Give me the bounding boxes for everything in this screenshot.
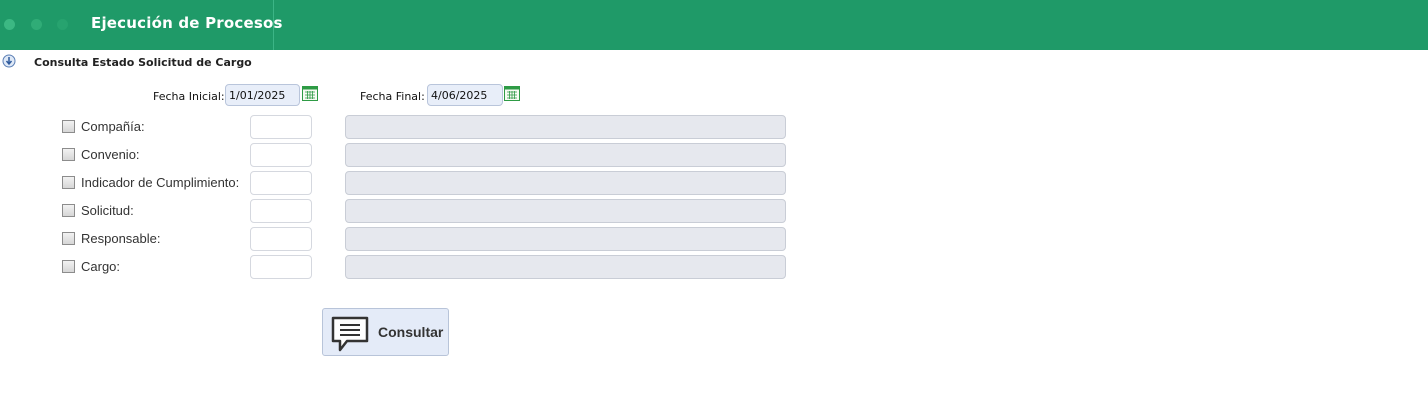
convenio-label: Convenio: — [81, 147, 140, 162]
compania-code-input[interactable] — [250, 115, 312, 139]
start-date-input[interactable]: 1/01/2025 — [225, 84, 300, 106]
solicitud-label: Solicitud: — [81, 203, 134, 218]
responsable-checkbox[interactable] — [62, 232, 75, 245]
consultar-button[interactable]: Consultar — [322, 308, 449, 356]
end-date-label: Fecha Final: — [360, 90, 425, 103]
solicitud-checkbox[interactable] — [62, 204, 75, 217]
window-dot-icon[interactable] — [57, 19, 68, 30]
header-divider — [273, 0, 274, 50]
solicitud-code-input[interactable] — [250, 199, 312, 223]
compania-description-field — [345, 115, 786, 139]
info-download-icon — [2, 54, 16, 68]
convenio-description-field — [345, 143, 786, 167]
indicador-label: Indicador de Cumplimiento: — [81, 175, 240, 190]
calendar-icon[interactable] — [302, 86, 318, 101]
indicador-checkbox[interactable] — [62, 176, 75, 189]
consultar-label: Consultar — [378, 324, 444, 340]
solicitud-description-field — [345, 199, 786, 223]
app-title: Ejecución de Procesos — [91, 14, 283, 32]
responsable-label: Responsable: — [81, 231, 161, 246]
cargo-description-field — [345, 255, 786, 279]
responsable-code-input[interactable] — [250, 227, 312, 251]
end-date-input[interactable]: 4/06/2025 — [427, 84, 503, 106]
window-dot-icon[interactable] — [31, 19, 42, 30]
start-date-label: Fecha Inicial: — [153, 90, 225, 103]
compania-checkbox[interactable] — [62, 120, 75, 133]
cargo-code-input[interactable] — [250, 255, 312, 279]
indicador-description-field — [345, 171, 786, 195]
window-dot-icon[interactable] — [4, 19, 15, 30]
compania-label: Compañía: — [81, 119, 145, 134]
cargo-label: Cargo: — [81, 259, 121, 274]
convenio-checkbox[interactable] — [62, 148, 75, 161]
speech-bubble-icon — [331, 316, 369, 352]
app-header-bar: Ejecución de Procesos — [0, 0, 1428, 50]
calendar-icon[interactable] — [504, 86, 520, 101]
convenio-code-input[interactable] — [250, 143, 312, 167]
cargo-checkbox[interactable] — [62, 260, 75, 273]
indicador-code-input[interactable] — [250, 171, 312, 195]
page-title: Consulta Estado Solicitud de Cargo — [34, 56, 252, 69]
responsable-description-field — [345, 227, 786, 251]
